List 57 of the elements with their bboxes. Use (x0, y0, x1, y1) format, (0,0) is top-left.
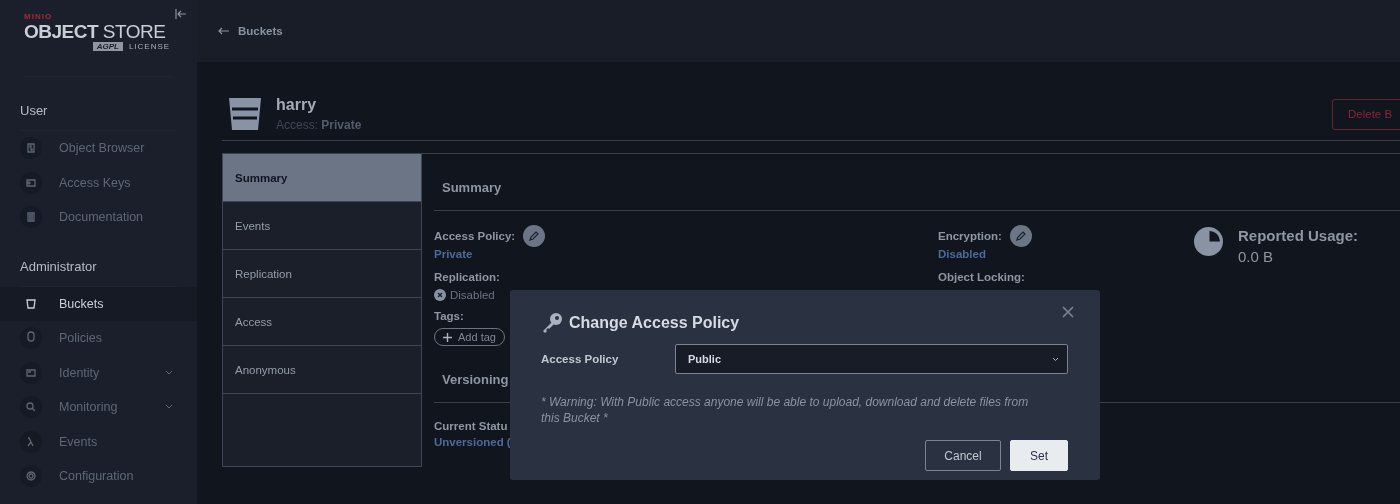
tab[interactable]: Summary (223, 154, 421, 202)
plus-icon (443, 332, 452, 342)
logo: MINIO OBJECT STORE AGPL LICENSE (24, 11, 172, 53)
field-value[interactable]: Disabled (938, 248, 986, 260)
field-label: Encryption: (938, 230, 1002, 242)
usage-value: 0.0 B (1238, 248, 1275, 265)
field-label: Current Statu (434, 420, 508, 432)
sidebar-item[interactable]: Policies (0, 321, 197, 356)
field-label: Access Policy: (434, 230, 516, 242)
tab[interactable]: Replication (223, 250, 421, 298)
gear-icon (20, 465, 42, 488)
sidebar-item[interactable]: Object Browser (0, 131, 197, 166)
sidebar-item[interactable]: Identity (0, 355, 197, 390)
close-icon[interactable] (1062, 306, 1074, 318)
set-button[interactable]: Set (1010, 440, 1068, 471)
edit-icon[interactable] (1009, 225, 1032, 247)
section-title: Versioning (441, 371, 509, 389)
bucket-name: harry (276, 96, 318, 114)
id-card-icon (20, 171, 42, 194)
sidebar-item[interactable]: Buckets (0, 286, 197, 321)
field-value[interactable]: Unversioned ( (434, 436, 511, 448)
usage-label: Reported Usage: (1238, 227, 1359, 244)
back-link[interactable]: Buckets (238, 25, 283, 37)
field-value: Disabled (450, 289, 495, 301)
close-circle-icon (434, 289, 446, 301)
id-card-icon (20, 361, 42, 384)
field-label: Object Locking: (938, 271, 1025, 283)
field-label: Replication: (434, 271, 500, 283)
pie-chart-icon (1194, 227, 1223, 256)
sidebar-item[interactable]: Documentation (0, 200, 197, 235)
field-label: Access Policy (541, 353, 620, 365)
sidebar-item[interactable]: Access Keys (0, 165, 197, 200)
lambda-icon (20, 430, 42, 453)
sidebar-item[interactable]: Configuration (0, 459, 197, 494)
dialog-title: Change Access Policy (569, 314, 740, 332)
edit-icon[interactable] (523, 225, 546, 247)
collapse-icon[interactable] (175, 8, 187, 20)
document-icon (20, 206, 42, 229)
sidebar-item[interactable]: Events (0, 424, 197, 459)
cancel-button[interactable]: Cancel (925, 440, 1001, 471)
delete-button[interactable]: Delete B (1332, 98, 1400, 130)
bucket-icon (228, 97, 262, 131)
back-arrow-icon[interactable] (218, 27, 230, 35)
field-value[interactable]: Private (434, 248, 473, 260)
tab[interactable]: Anonymous (223, 346, 421, 394)
sidebar-item[interactable]: Monitoring (0, 390, 197, 425)
tab[interactable]: Events (223, 202, 421, 250)
policy-select[interactable]: Public (675, 344, 1068, 374)
magnifier-icon (20, 396, 42, 419)
key-icon (541, 312, 563, 334)
section-title: Summary (441, 179, 503, 197)
tab[interactable]: Access (223, 298, 421, 346)
section-title: User (19, 102, 49, 120)
chevron-down-icon (1052, 356, 1059, 362)
field-label: Tags: (434, 310, 464, 322)
warning-text: * Warning: With Public access anyone will be able to upload, download and delete files from this Bucket * (541, 394, 1030, 426)
section-title: Administrator (19, 257, 98, 276)
